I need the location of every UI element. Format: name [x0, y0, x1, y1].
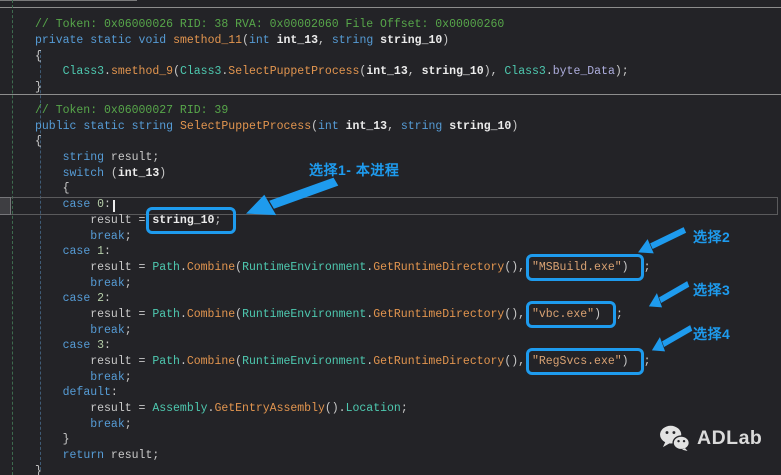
code-block-smethod11[interactable]: } // Token: 0x06000026 RID: 38 RVA: 0x000… — [35, 0, 781, 96]
code-line: result = Path.Combine(RuntimeEnvironment… — [35, 354, 781, 370]
annotation-arrow-1 — [244, 176, 340, 216]
watermark: ADLab — [659, 425, 762, 451]
code-line: break; — [35, 370, 781, 386]
code-line: { — [35, 49, 781, 65]
annotation-arrow-3 — [648, 280, 690, 308]
code-line: default: — [35, 385, 781, 401]
gutter-marker — [0, 197, 11, 215]
decompiler-code-view: } // Token: 0x06000026 RID: 38 RVA: 0x000… — [0, 0, 781, 475]
annotation-label-4: 选择4 — [693, 324, 730, 344]
highlight-box-vbc: "vbc.exe") — [526, 301, 616, 328]
indent-guide-outer — [12, 0, 13, 475]
code-line: result = Path.Combine(RuntimeEnvironment… — [35, 260, 781, 276]
annotation-arrow-2 — [637, 226, 687, 254]
code-line: { — [35, 134, 781, 150]
code-line: switch (int_13) — [35, 166, 781, 182]
highlight-box-string10: string_10; — [146, 207, 236, 234]
code-line: // Token: 0x06000027 RID: 39 — [35, 103, 781, 119]
annotation-label-2: 选择2 — [693, 227, 730, 247]
text-caret — [113, 200, 115, 212]
code-line: { — [35, 181, 781, 197]
code-line — [35, 2, 781, 18]
highlight-box-msbuild: "MSBuild.exe") — [526, 254, 644, 281]
code-line: private static void smethod_11(int int_1… — [35, 33, 781, 49]
watermark-brand: ADLab — [697, 427, 762, 450]
code-line: public static string SelectPuppetProcess… — [35, 119, 781, 135]
annotation-label-1: 选择1- 本进程 — [309, 160, 399, 180]
annotation-arrow-4 — [651, 324, 693, 352]
code-line: } — [35, 80, 781, 96]
code-line: result = Assembly.GetEntryAssembly().Loc… — [35, 401, 781, 417]
annotation-label-3: 选择3 — [693, 280, 730, 300]
code-line: string result; — [35, 150, 781, 166]
code-line: result = Path.Combine(RuntimeEnvironment… — [35, 307, 781, 323]
code-line: Class3.smethod_9(Class3.SelectPuppetProc… — [35, 64, 781, 80]
highlight-box-regsvcs: "RegSvcs.exe") — [526, 348, 644, 375]
code-line: } — [35, 464, 781, 475]
wechat-icon — [659, 425, 690, 451]
code-line: // Token: 0x06000026 RID: 38 RVA: 0x0000… — [35, 17, 781, 33]
